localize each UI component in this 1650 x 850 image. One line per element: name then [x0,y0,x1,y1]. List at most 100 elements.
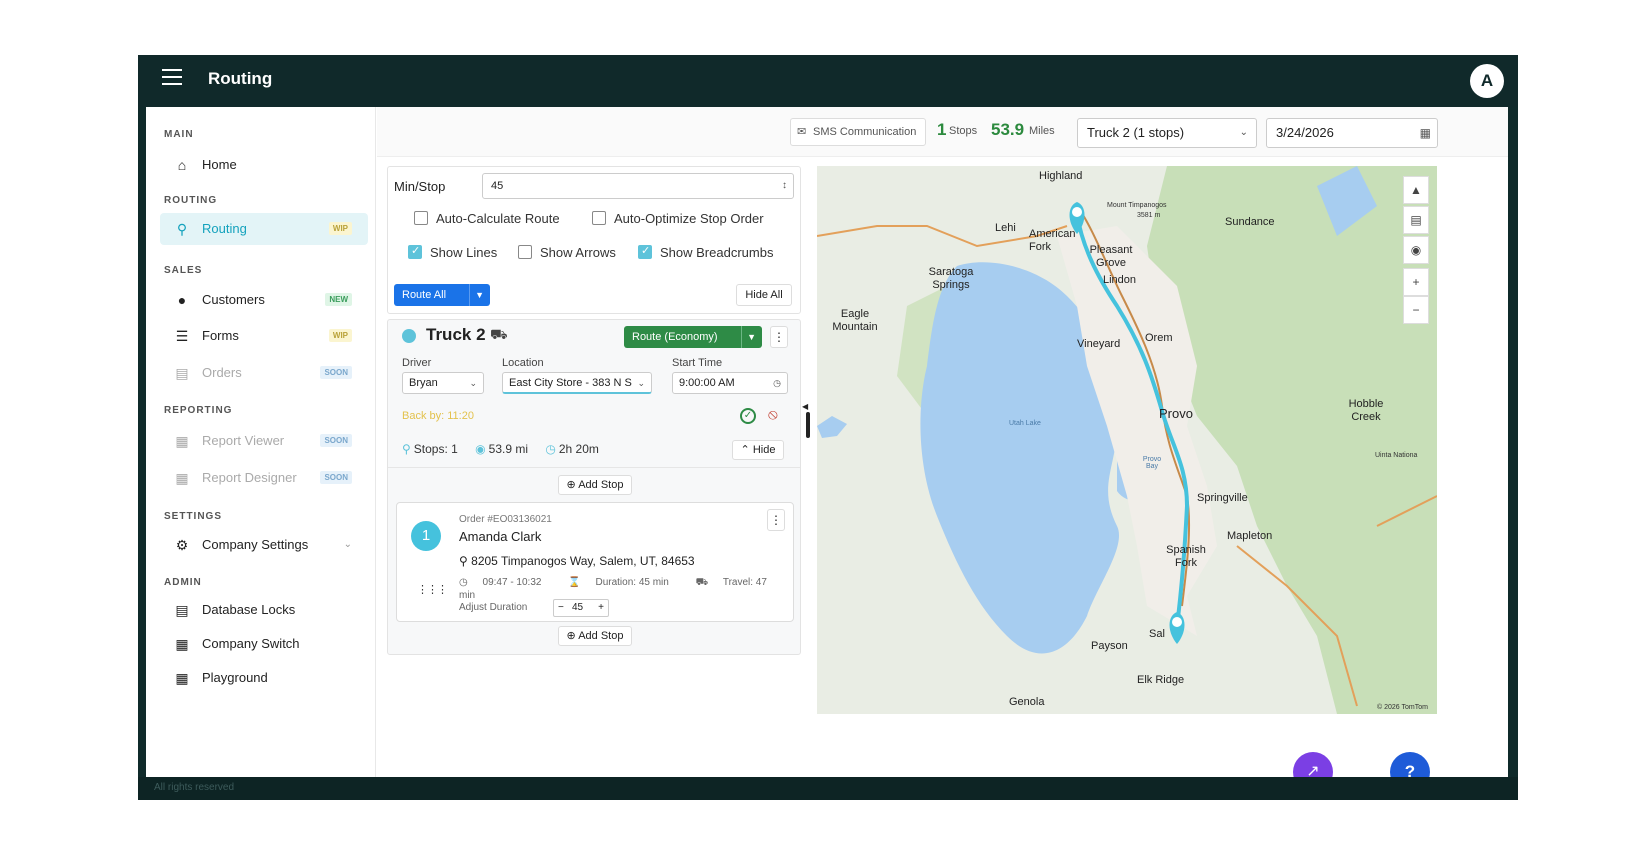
date-field[interactable]: 3/24/2026 ▦ [1266,118,1438,148]
adjust-duration-label: Adjust Duration [459,602,528,613]
chevron-down-icon: ⌄ [1239,127,1248,138]
auto-optimize-checkbox[interactable]: Auto-Optimize Stop Order [592,211,764,226]
route-economy-label: Route (Economy) [632,331,718,343]
distance-stat: 53.9 mi [488,442,529,456]
truck-card: Truck 2 ⛟ Route (Economy) ▼ ⋮ Driver Bry… [387,319,801,655]
start-time-input[interactable]: 9:00:00 AM ◷ [672,372,788,394]
increment-button[interactable]: + [598,600,604,616]
gear-icon: ⚙ [175,537,189,553]
section-label-sales: SALES [164,265,203,276]
start-time-value: 9:00:00 AM [679,377,735,389]
truck-menu-button[interactable]: ⋮ [770,326,788,348]
drag-handle-icon[interactable]: ⋮⋮⋮ [417,583,448,596]
section-label-settings: SETTINGS [164,511,223,522]
home-icon: ⌂ [177,157,187,173]
avatar[interactable]: A [1470,64,1504,98]
hide-all-button[interactable]: Hide All [736,284,792,306]
driver-select[interactable]: Bryan ⌄ [402,372,484,394]
sidebar-item-label: Report Viewer [202,433,285,448]
customer-name: Amanda Clark [459,529,542,544]
collapse-arrow-icon[interactable]: ◀ [802,402,808,411]
add-stop-button[interactable]: ⊕ Add Stop [558,475,632,495]
sidebar-item-customers[interactable]: ● Customers NEW [160,284,368,316]
show-breadcrumbs-checkbox[interactable]: Show Breadcrumbs [638,244,774,260]
check-circle-icon[interactable]: ✓ [740,408,756,424]
compass-icon[interactable]: ▲ [1403,176,1429,204]
map-label: Mapleton [1227,530,1273,542]
sms-communication-button[interactable]: ✉ SMS Communication [790,118,926,146]
app-body: MAIN ⌂ Home ROUTING ⚲ Routing WIP SALES … [146,107,1508,792]
map[interactable]: Highland Mount Timpanogos 3581 m Sundanc… [817,166,1437,714]
hourglass-icon: ⌛ [568,577,581,588]
location-off-icon[interactable]: ⦸ [768,406,778,423]
map-label: Highland [1039,170,1083,182]
add-stop-button[interactable]: ⊕ Add Stop [558,626,632,646]
stop-menu-button[interactable]: ⋮ [767,509,785,531]
truck-icon: ⛟ [490,326,508,342]
route-all-button[interactable]: Route All ▼ [394,284,490,306]
stop-address: ⚲ 8205 Timpanogos Way, Salem, UT, 84653 [459,554,695,568]
sidebar-item-routing[interactable]: ⚲ Routing WIP [160,213,368,245]
chevron-down-icon[interactable]: ▼ [469,284,484,306]
route-all-label: Route All [402,289,447,301]
duration-stat: 2h 20m [558,442,599,456]
show-lines-checkbox[interactable]: Show Lines [408,244,497,260]
sidebar-item-label: Report Designer [202,470,297,485]
route-economy-button[interactable]: Route (Economy) ▼ [624,326,762,348]
report-icon: ▦ [175,470,189,486]
sidebar-item-company-settings[interactable]: ⚙ Company Settings ⌄ [160,529,368,561]
decrement-button[interactable]: − [558,600,564,616]
sidebar-item-orders[interactable]: ▤ Orders SOON [160,357,368,389]
traffic-icon[interactable]: ▤ [1403,206,1429,234]
stops-stat: Stops: 1 [413,442,458,456]
duration-text: Duration: 45 min [595,577,669,588]
spinner-icon[interactable]: ↕ [782,174,787,198]
map-label: Payson [1091,640,1128,652]
min-stop-label: Min/Stop [394,179,446,194]
hide-button[interactable]: ⌃ Hide [732,440,784,460]
panel-resize-handle[interactable] [806,412,810,438]
location-select[interactable]: East City Store - 383 N S ⌄ [502,372,652,394]
miles-label: Miles [1029,125,1055,137]
car-icon: ⛟ [695,577,709,588]
checkbox-label: Show Breadcrumbs [660,245,774,260]
show-arrows-checkbox[interactable]: Show Arrows [518,245,616,260]
status-badge: WIP [328,222,352,235]
map-label: Hobble Creek [1348,398,1384,423]
clock-icon: ◷ [459,577,468,588]
sidebar-item-forms[interactable]: ☰ Forms WIP [160,320,368,352]
map-label: Utah Lake [1009,420,1041,427]
checkbox-label: Show Arrows [540,245,616,260]
route-options: Min/Stop 45 ↕ Auto-Calculate Route Auto-… [387,166,801,314]
sidebar-item-report-viewer[interactable]: ▦ Report Viewer SOON [160,425,368,457]
routing-toolbar: ✉ SMS Communication 1 Stops 53.9 Miles T… [377,107,1508,157]
auto-calculate-checkbox[interactable]: Auto-Calculate Route [414,211,560,226]
app-window: Routing A MAIN ⌂ Home ROUTING ⚲ Routing … [138,55,1518,800]
menu-icon[interactable] [162,69,182,87]
stop-number: 1 [411,521,441,551]
building-icon: ▦ [175,636,189,652]
map-label: Sal [1149,628,1165,640]
sidebar-item-label: Company Switch [202,636,300,651]
zoom-out-button[interactable]: − [1403,296,1429,324]
truck-stats: ⚲ Stops: 1 ◉ 53.9 mi ◷ 2h 20m [402,442,613,456]
sidebar-item-report-designer[interactable]: ▦ Report Designer SOON [160,462,368,494]
min-stop-input[interactable]: 45 ↕ [482,173,794,199]
sidebar-item-home[interactable]: ⌂ Home [160,149,368,181]
duration-stepper[interactable]: − 45 + [553,599,609,617]
layers-icon[interactable]: ◉ [1403,236,1429,264]
calendar-icon[interactable]: ▦ [1420,119,1431,147]
hide-label: Hide [752,444,776,456]
sidebar-item-label: Orders [202,365,242,380]
status-badge: WIP [328,329,352,342]
zoom-in-button[interactable]: + [1403,268,1429,296]
stop-times: ◷ 09:47 - 10:32 ⌛ Duration: 45 min ⛟ Tra… [459,577,793,601]
sidebar-item-company-switch[interactable]: ▦ Company Switch [160,628,368,660]
sidebar-item-database-locks[interactable]: ▤ Database Locks [160,594,368,626]
clock-icon[interactable]: ◷ [773,373,781,393]
chevron-down-icon[interactable]: ▼ [741,326,756,348]
sidebar-item-playground[interactable]: ▦ Playground [160,662,368,694]
order-number[interactable]: Order #EO03136021 [459,514,552,525]
truck-select[interactable]: Truck 2 (1 stops) ⌄ [1077,118,1257,148]
stop-card[interactable]: 1 ⋮⋮⋮ Order #EO03136021 Amanda Clark ⚲ 8… [396,502,794,622]
